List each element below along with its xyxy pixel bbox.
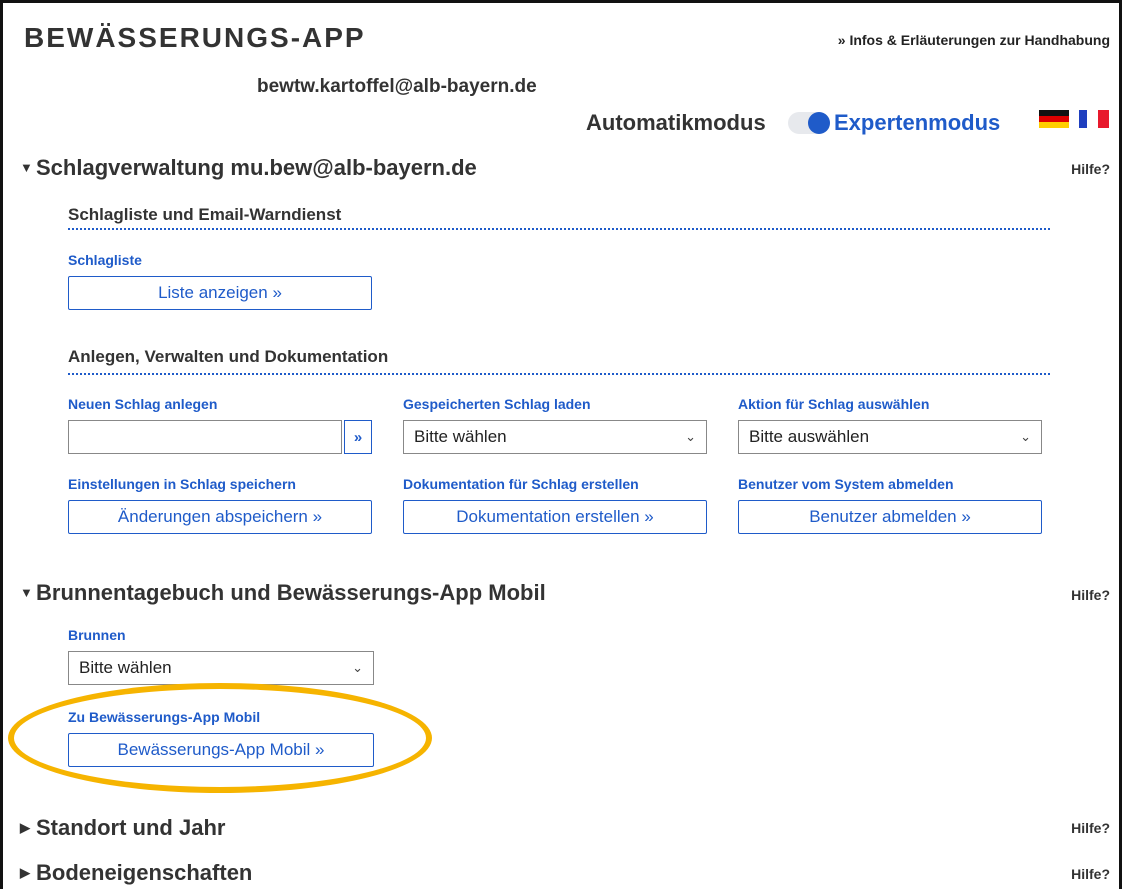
help-link-boden[interactable]: Hilfe? xyxy=(1071,866,1110,882)
subsection-title-anlegen: Anlegen, Verwalten und Dokumentation xyxy=(68,347,389,366)
new-schlag-submit-button[interactable]: » xyxy=(344,420,372,454)
section-title: Standort und Jahr xyxy=(36,815,226,840)
logout-button[interactable]: Benutzer abmelden » xyxy=(738,500,1042,534)
mode-switch-bar: Automatikmodus Expertenmodus xyxy=(586,108,1026,136)
expanded-triangle-icon: ▼ xyxy=(20,585,33,600)
show-list-button[interactable]: Liste anzeigen » xyxy=(68,276,372,310)
save-changes-button[interactable]: Änderungen abspeichern » xyxy=(68,500,372,534)
schlagliste-label: Schlagliste xyxy=(68,252,142,268)
automatic-mode-label[interactable]: Automatikmodus xyxy=(586,110,766,136)
toggle-knob xyxy=(808,112,830,134)
flag-fr-icon[interactable] xyxy=(1079,110,1109,128)
section-header-schlagverwaltung[interactable]: ▼ Schlagverwaltung mu.bew@alb-bayern.de xyxy=(20,155,477,181)
flag-de-icon[interactable] xyxy=(1039,110,1069,128)
collapsed-triangle-icon: ▶ xyxy=(20,865,30,880)
app-title: BEWÄSSERUNGS-APP xyxy=(24,22,366,53)
expanded-triangle-icon: ▼ xyxy=(20,160,33,175)
mode-toggle[interactable] xyxy=(788,112,830,134)
chevron-down-icon: ⌄ xyxy=(1020,429,1031,444)
chevron-down-icon: ⌄ xyxy=(352,660,363,675)
collapsed-triangle-icon: ▶ xyxy=(20,820,30,835)
help-link-schlagverwaltung[interactable]: Hilfe? xyxy=(1071,161,1110,177)
dotted-divider xyxy=(68,373,1050,375)
mobile-app-label: Zu Bewässerungs-App Mobil xyxy=(68,709,261,725)
mobile-app-button[interactable]: Bewässerungs-App Mobil » xyxy=(68,733,374,767)
action-select[interactable]: Bitte auswählen ⌄ xyxy=(738,420,1042,454)
section-header-standort[interactable]: ▶ Standort und Jahr xyxy=(20,815,225,841)
subsection-title-schlagliste: Schlagliste und Email-Warndienst xyxy=(68,205,342,224)
documentation-label: Dokumentation für Schlag erstellen xyxy=(403,476,639,492)
save-settings-label: Einstellungen in Schlag speichern xyxy=(68,476,296,492)
section-title: Schlagverwaltung mu.bew@alb-bayern.de xyxy=(36,155,477,180)
create-documentation-button[interactable]: Dokumentation erstellen » xyxy=(403,500,707,534)
chevron-down-icon: ⌄ xyxy=(685,429,696,444)
logout-label: Benutzer vom System abmelden xyxy=(738,476,954,492)
help-link-brunnen[interactable]: Hilfe? xyxy=(1071,587,1110,603)
help-link-standort[interactable]: Hilfe? xyxy=(1071,820,1110,836)
section-title: Brunnentagebuch und Bewässerungs-App Mob… xyxy=(36,580,546,605)
select-value: Bitte wählen xyxy=(79,658,172,677)
select-value: Bitte wählen xyxy=(414,427,507,446)
info-link[interactable]: » Infos & Erläuterungen zur Handhabung xyxy=(838,32,1110,48)
user-email: bewtw.kartoffel@alb-bayern.de xyxy=(257,76,537,97)
action-label: Aktion für Schlag auswählen xyxy=(738,396,930,412)
expert-mode-label[interactable]: Expertenmodus xyxy=(834,110,1000,136)
new-schlag-label: Neuen Schlag anlegen xyxy=(68,396,218,412)
dotted-divider xyxy=(68,228,1050,230)
section-header-brunnen[interactable]: ▼ Brunnentagebuch und Bewässerungs-App Mo… xyxy=(20,580,546,606)
brunnen-label: Brunnen xyxy=(68,627,126,643)
section-header-boden[interactable]: ▶ Bodeneigenschaften xyxy=(20,860,252,886)
load-schlag-select[interactable]: Bitte wählen ⌄ xyxy=(403,420,707,454)
load-schlag-label: Gespeicherten Schlag laden xyxy=(403,396,591,412)
new-schlag-input[interactable] xyxy=(68,420,342,454)
brunnen-select[interactable]: Bitte wählen ⌄ xyxy=(68,651,374,685)
section-title: Bodeneigenschaften xyxy=(36,860,253,885)
select-value: Bitte auswählen xyxy=(749,427,870,446)
